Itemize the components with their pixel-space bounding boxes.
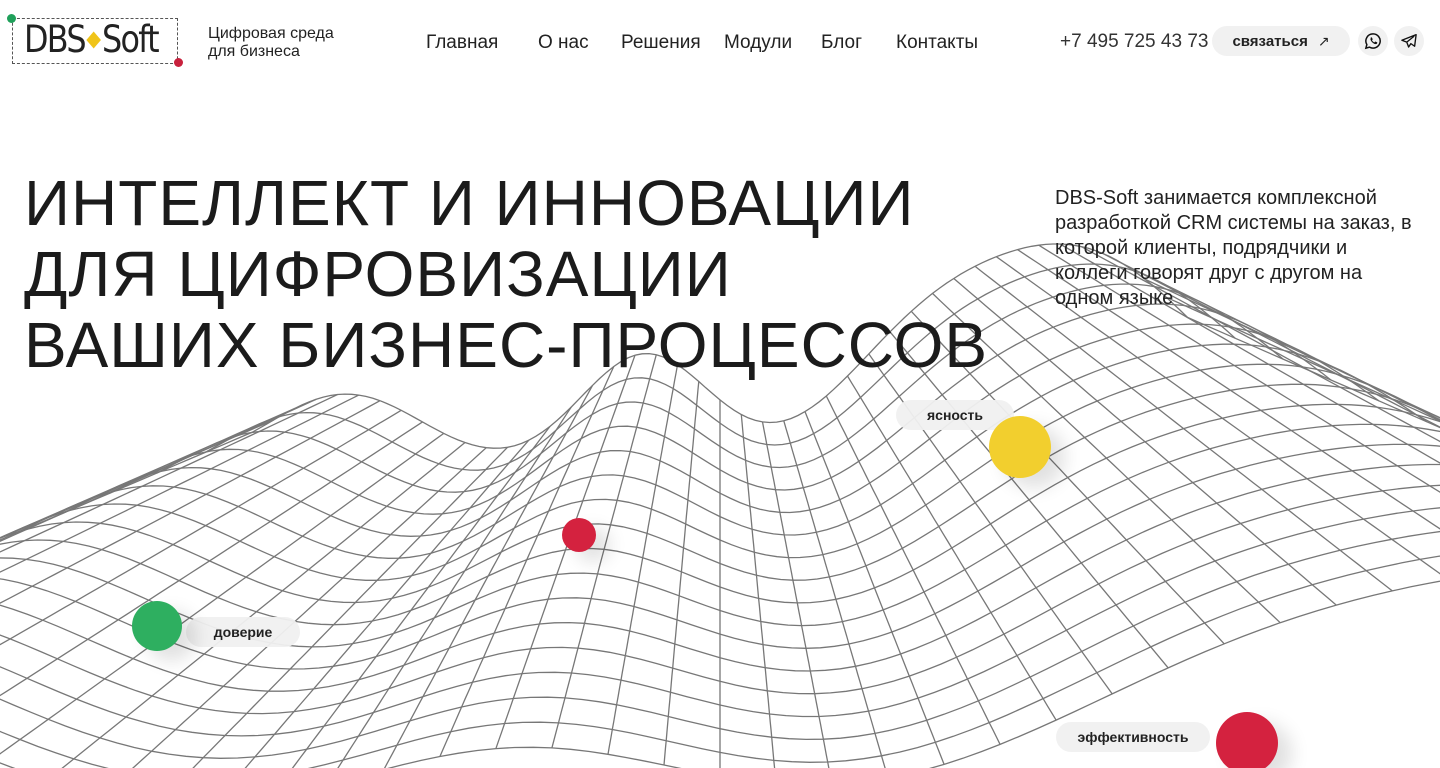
nav-item-home[interactable]: Главная [426, 32, 498, 54]
whatsapp-button[interactable] [1358, 26, 1388, 56]
efficiency-label: эффективность [1056, 722, 1210, 752]
logo-red-dot [174, 58, 183, 67]
wireframe-landscape-graphic [0, 243, 1440, 768]
clarity-marker-dot[interactable] [989, 416, 1051, 478]
trust-label: доверие [186, 617, 300, 647]
hero-title-line-3: ВАШИХ БИЗНЕС-ПРОЦЕССОВ [24, 309, 989, 381]
nav-item-contacts[interactable]: Контакты [896, 32, 978, 54]
contact-button-label: связаться [1232, 32, 1308, 50]
tagline-line-2: для бизнеса [208, 43, 300, 60]
logo[interactable]: DBS Soft [6, 12, 186, 72]
nav-item-about[interactable]: О нас [538, 32, 589, 54]
contact-button[interactable]: связаться ↗ [1212, 26, 1350, 56]
trust-marker-dot[interactable] [132, 601, 182, 651]
tagline: Цифровая среда для бизнеса [208, 25, 358, 61]
arrow-up-right-icon: ↗ [1317, 32, 1330, 49]
hero-title: ИНТЕЛЛЕКТ И ИННОВАЦИИ ДЛЯ ЦИФРОВИЗАЦИИ В… [24, 168, 988, 381]
nav-item-solutions[interactable]: Решения [621, 32, 701, 54]
telegram-button[interactable] [1394, 26, 1424, 56]
phone-link[interactable]: +7 495 725 43 73 [1060, 31, 1208, 53]
logo-text: DBS Soft [24, 18, 160, 61]
telegram-icon [1401, 33, 1417, 48]
logo-green-dot [7, 14, 16, 23]
whatsapp-icon [1364, 33, 1381, 50]
tagline-line-1: Цифровая среда [208, 25, 334, 42]
hero-title-line-1: ИНТЕЛЛЕКТ И ИННОВАЦИИ [24, 167, 915, 239]
red-marker-dot[interactable] [562, 518, 596, 552]
efficiency-marker-dot[interactable] [1216, 712, 1278, 768]
nav-item-modules[interactable]: Модули [724, 32, 792, 54]
hero-description: DBS-Soft занимается комплексной разработ… [1055, 187, 1412, 309]
nav-item-blog[interactable]: Блог [821, 32, 862, 54]
hero-title-line-2: ДЛЯ ЦИФРОВИЗАЦИИ [24, 238, 732, 310]
logo-diamond-icon [86, 31, 101, 48]
